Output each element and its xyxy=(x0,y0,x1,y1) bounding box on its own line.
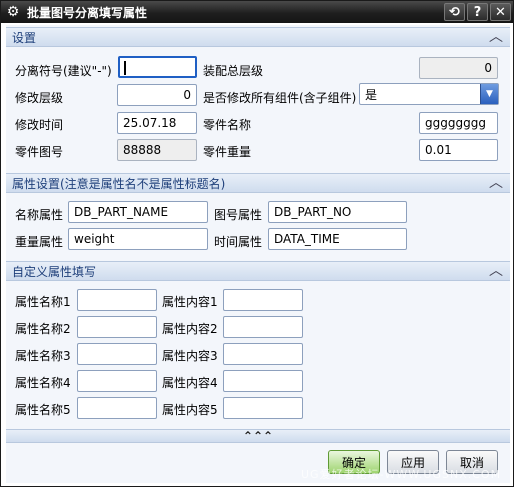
custom-name-input-4[interactable] xyxy=(77,370,157,392)
custom-content-label-5: 属性内容5 xyxy=(162,403,218,417)
weight-attr-label: 重量属性 xyxy=(15,235,64,249)
custom-content-label-3: 属性内容3 xyxy=(162,349,218,363)
custom-content-input-5[interactable] xyxy=(223,397,303,419)
part-weight-label: 零件重量 xyxy=(203,145,252,159)
custom-name-label-5: 属性名称5 xyxy=(15,403,71,417)
watermark-text: UG爱好者论坛-WWW.UGSNX.COM xyxy=(301,468,502,481)
dialog-body: 设置 ︿ 分离符号(建议"-") 装配总层级 0 修改层级 0 是否修改所有组件… xyxy=(6,25,510,483)
custom-content-input-4[interactable] xyxy=(223,370,303,392)
time-attr-label: 时间属性 xyxy=(214,235,263,249)
part-weight-field[interactable]: 0.01 xyxy=(419,139,498,161)
dialog-window: ⚙ 批量图号分离填写属性 ⟲ ? ✕ 设置 ︿ 分离符号(建议"-") 装配总层… xyxy=(0,0,514,487)
part-number-field: 88888 xyxy=(117,139,197,161)
text-caret xyxy=(124,61,126,75)
custom-name-label-4: 属性名称4 xyxy=(15,376,71,390)
number-attr-input[interactable]: DB_PART_NO xyxy=(268,201,407,223)
modify-time-input[interactable]: 25.07.18 xyxy=(117,112,197,134)
custom-content-label-2: 属性内容2 xyxy=(162,322,218,336)
custom-name-input-1[interactable] xyxy=(77,289,157,311)
part-name-field[interactable]: gggggggg xyxy=(419,112,498,134)
modify-level-label: 修改层级 xyxy=(15,91,64,105)
section-settings-header[interactable]: 设置 ︿ xyxy=(6,27,510,47)
modify-time-label: 修改时间 xyxy=(15,118,64,132)
assembly-level-field: 0 xyxy=(419,57,498,79)
custom-content-input-3[interactable] xyxy=(223,343,303,365)
custom-content-input-2[interactable] xyxy=(223,316,303,338)
section-custom-title: 自定义属性填写 xyxy=(12,264,97,279)
modify-all-select[interactable]: 是 ▼ xyxy=(359,83,499,105)
custom-name-label-3: 属性名称3 xyxy=(15,349,71,363)
custom-content-input-1[interactable] xyxy=(223,289,303,311)
name-attr-label: 名称属性 xyxy=(15,208,64,222)
weight-attr-input[interactable]: weight xyxy=(68,228,208,250)
part-number-label: 零件图号 xyxy=(15,145,64,159)
help-icon[interactable]: ? xyxy=(467,3,488,21)
section-attr-title: 属性设置(注意是属性名不是属性标题名) xyxy=(12,176,226,191)
collapse-icon[interactable]: ︿ xyxy=(488,30,504,44)
custom-content-label-4: 属性内容4 xyxy=(162,376,218,390)
part-name-label: 零件名称 xyxy=(203,118,252,132)
custom-name-input-3[interactable] xyxy=(77,343,157,365)
collapse-icon[interactable]: ︿ xyxy=(488,176,504,190)
number-attr-label: 图号属性 xyxy=(214,208,263,222)
expand-more-bar[interactable]: ⌃⌃⌃ xyxy=(6,429,510,443)
expand-chevrons-icon[interactable]: ⌃⌃⌃ xyxy=(243,429,273,443)
time-attr-input[interactable]: DATA_TIME xyxy=(268,228,407,250)
separator-label: 分离符号(建议"-") xyxy=(15,64,112,78)
modify-level-input[interactable]: 0 xyxy=(117,84,197,106)
gear-icon[interactable]: ⚙ xyxy=(4,3,22,21)
reset-icon[interactable]: ⟲ xyxy=(444,3,465,21)
title-bar[interactable]: ⚙ 批量图号分离填写属性 ⟲ ? ✕ xyxy=(1,1,513,23)
custom-name-label-2: 属性名称2 xyxy=(15,322,71,336)
section-attr-header[interactable]: 属性设置(注意是属性名不是属性标题名) ︿ xyxy=(6,173,510,193)
custom-name-label-1: 属性名称1 xyxy=(15,295,71,309)
separator-input[interactable] xyxy=(118,56,197,78)
section-custom-header[interactable]: 自定义属性填写 ︿ xyxy=(6,261,510,281)
chevron-down-icon[interactable]: ▼ xyxy=(480,84,498,104)
custom-name-input-5[interactable] xyxy=(77,397,157,419)
assembly-level-label: 装配总层级 xyxy=(203,64,264,78)
section-settings-title: 设置 xyxy=(12,30,37,45)
modify-all-label: 是否修改所有组件(含子组件) xyxy=(203,91,357,105)
name-attr-input[interactable]: DB_PART_NAME xyxy=(68,201,208,223)
close-icon[interactable]: ✕ xyxy=(490,3,511,21)
collapse-icon[interactable]: ︿ xyxy=(488,264,504,278)
window-title: 批量图号分离填写属性 xyxy=(27,5,148,20)
custom-content-label-1: 属性内容1 xyxy=(162,295,218,309)
modify-all-value: 是 xyxy=(365,88,378,102)
title-buttons: ⟲ ? ✕ xyxy=(444,3,511,21)
custom-name-input-2[interactable] xyxy=(77,316,157,338)
